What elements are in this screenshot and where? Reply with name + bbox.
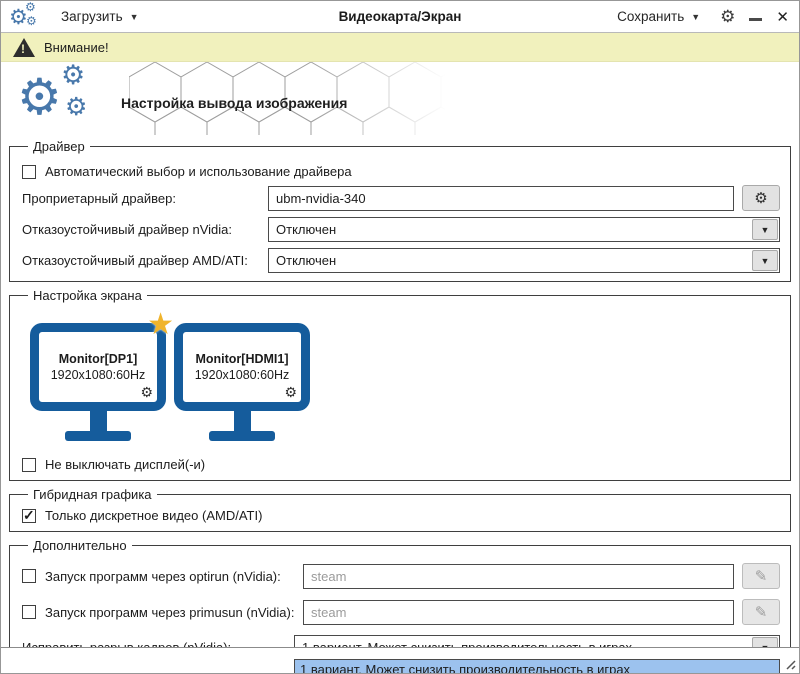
edit-pencil-icon: ✎ <box>754 568 768 585</box>
save-menu-button[interactable]: Сохранить ▼ <box>611 5 706 28</box>
amd-failsafe-value: Отключен <box>276 253 337 268</box>
keep-display-on-label: Не выключать дисплей(-и) <box>45 457 206 472</box>
checkbox-box[interactable] <box>22 457 36 472</box>
monitor-stand-base <box>65 431 131 441</box>
load-menu-button[interactable]: Загрузить ▼ <box>55 5 145 28</box>
monitor-screen[interactable]: Monitor[DP1] 1920x1080:60Hz ⚙ <box>30 323 166 411</box>
chevron-down-icon: ▼ <box>691 11 701 22</box>
gear-icon: ⚙ <box>25 0 36 14</box>
amd-failsafe-label: Отказоустойчивый драйвер AMD/ATI: <box>22 253 248 268</box>
monitor-name: Monitor[DP1] <box>58 352 138 366</box>
monitor-hdmi1[interactable]: Monitor[HDMI1] 1920x1080:60Hz ⚙ <box>174 323 310 441</box>
optirun-checkbox[interactable]: Запуск программ через optirun (nVidia): <box>22 569 303 584</box>
title-bar: ⚙ ⚙ ⚙ Загрузить ▼ Видеокарта/Экран Сохра… <box>1 1 799 33</box>
chevron-down-icon[interactable]: ▼ <box>752 219 778 240</box>
screen-group: Настройка экрана ★ Monitor[DP1] 1920x108… <box>9 288 791 481</box>
chevron-down-icon[interactable]: ▼ <box>752 250 778 271</box>
minimize-button[interactable] <box>749 18 763 21</box>
primary-star-icon: ★ <box>147 308 174 341</box>
settings-gear-button[interactable]: ⚙ <box>720 7 735 27</box>
discrete-only-label: Только дискретное видео (AMD/ATI) <box>45 508 263 523</box>
monitor-mode: 1920x1080:60Hz <box>194 368 290 382</box>
hybrid-group-legend: Гибридная графика <box>33 487 152 502</box>
proprietary-driver-label: Проприетарный драйвер: <box>22 190 176 206</box>
gear-icon: ⚙ <box>26 13 37 28</box>
nvidia-failsafe-select[interactable]: Отключен ▼ <box>268 217 780 242</box>
checkbox-box[interactable] <box>22 164 36 179</box>
screen-group-legend: Настройка экрана <box>33 288 142 303</box>
monitor-screen[interactable]: Monitor[HDMI1] 1920x1080:60Hz ⚙ <box>174 323 310 411</box>
monitor-gear-icon[interactable]: ⚙ <box>140 384 153 401</box>
app-window: ⚙ ⚙ ⚙ Загрузить ▼ Видеокарта/Экран Сохра… <box>0 0 800 674</box>
monitor-stand <box>233 411 251 431</box>
warning-text: Внимание! <box>44 39 109 55</box>
page-header: ⚙ ⚙ ⚙ Настройка вывода изображения <box>1 62 799 135</box>
tearing-fix-dropdown: 1 вариант. Может снизить производительно… <box>294 659 780 673</box>
primusun-label: Запуск программ через primusun (nVidia): <box>45 604 295 620</box>
monitor-stand <box>89 411 107 431</box>
monitor-list: ★ Monitor[DP1] 1920x1080:60Hz ⚙ Monitor[… <box>22 307 780 441</box>
page-title: Настройка вывода изображения <box>121 95 348 111</box>
edit-pencil-icon: ✎ <box>754 604 768 621</box>
additional-group-legend: Дополнительно <box>33 538 127 553</box>
settings-gears-logo-icon: ⚙ ⚙ ⚙ <box>17 62 109 130</box>
gear-icon: ⚙ <box>61 62 86 90</box>
dropdown-option-1[interactable]: 1 вариант. Может снизить производительно… <box>295 660 779 673</box>
checkbox-box[interactable] <box>22 569 36 583</box>
optirun-edit-button[interactable]: ✎ <box>742 563 780 589</box>
auto-driver-label: Автоматический выбор и использование дра… <box>45 164 352 179</box>
primusun-edit-button[interactable]: ✎ <box>742 599 780 625</box>
chevron-down-icon: ▼ <box>129 11 139 22</box>
app-logo-gears-icon: ⚙ ⚙ ⚙ <box>9 1 41 30</box>
optirun-label: Запуск программ через optirun (nVidia): <box>45 568 281 584</box>
monitor-gear-icon[interactable]: ⚙ <box>284 384 297 401</box>
load-menu-label: Загрузить <box>61 9 123 24</box>
monitor-mode: 1920x1080:60Hz <box>50 368 146 382</box>
monitor-name: Monitor[HDMI1] <box>195 352 289 366</box>
monitor-dp1[interactable]: ★ Monitor[DP1] 1920x1080:60Hz ⚙ <box>30 308 174 441</box>
nvidia-failsafe-value: Отключен <box>276 222 337 237</box>
gear-icon: ⚙ <box>65 93 88 121</box>
warning-bar: Внимание! <box>1 33 799 62</box>
primusun-checkbox[interactable]: Запуск программ через primusun (nVidia): <box>22 605 303 620</box>
warning-icon <box>13 37 35 57</box>
proprietary-driver-gear-button[interactable]: ⚙ <box>742 185 780 211</box>
proprietary-driver-input[interactable] <box>268 185 734 211</box>
auto-driver-checkbox[interactable]: Автоматический выбор и использование дра… <box>22 164 352 179</box>
amd-failsafe-select[interactable]: Отключен ▼ <box>268 248 780 273</box>
driver-group: Драйвер Автоматический выбор и использов… <box>9 139 791 282</box>
gear-icon: ⚙ <box>754 190 768 207</box>
close-button[interactable]: ✕ <box>776 8 789 26</box>
resize-grip[interactable] <box>784 658 796 670</box>
keep-display-on-checkbox[interactable]: Не выключать дисплей(-и) <box>22 457 205 472</box>
gear-icon: ⚙ <box>17 69 62 125</box>
save-menu-label: Сохранить <box>617 9 685 24</box>
checkbox-box[interactable] <box>22 507 36 524</box>
optirun-input[interactable] <box>303 563 734 589</box>
discrete-only-checkbox[interactable]: Только дискретное видео (AMD/ATI) <box>22 507 263 524</box>
monitor-stand-base <box>209 431 275 441</box>
primusun-input[interactable] <box>303 599 734 625</box>
checkbox-box[interactable] <box>22 605 36 619</box>
hybrid-group: Гибридная графика Только дискретное виде… <box>9 487 791 532</box>
nvidia-failsafe-label: Отказоустойчивый драйвер nVidia: <box>22 222 232 237</box>
driver-group-legend: Драйвер <box>33 139 85 154</box>
